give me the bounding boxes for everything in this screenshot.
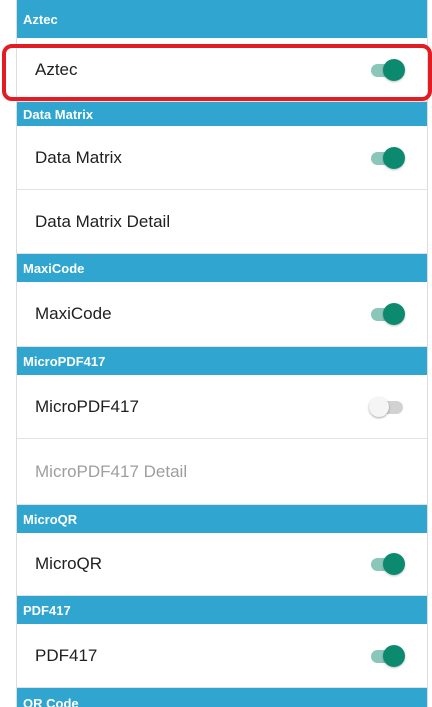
section-header-label: MicroQR [23, 511, 78, 527]
section-header-data-matrix: Data Matrix [17, 102, 427, 126]
maxicode-toggle[interactable] [369, 303, 405, 325]
section-header-qr-code: QR Code [17, 688, 427, 707]
row-maxicode[interactable]: MaxiCode [17, 282, 427, 347]
toggle-thumb [383, 644, 405, 667]
section-header-label: MaxiCode [23, 260, 85, 276]
pdf417-toggle[interactable] [369, 644, 405, 667]
row-label: MicroQR [35, 554, 103, 573]
row-data-matrix[interactable]: Data Matrix [17, 126, 427, 190]
section-header-maxicode: MaxiCode [17, 254, 427, 282]
row-micropdf417-detail: MicroPDF417 Detail [17, 439, 427, 505]
toggle-thumb [383, 303, 405, 325]
section-header-label: PDF417 [23, 602, 71, 618]
toggle-thumb [369, 396, 389, 417]
row-label: Data Matrix Detail [35, 211, 171, 231]
section-header-label: QR Code [23, 695, 79, 707]
section-header-aztec: Aztec [17, 0, 427, 38]
row-data-matrix-detail[interactable]: Data Matrix Detail [17, 190, 427, 254]
section-header-label: Aztec [23, 11, 58, 27]
microqr-toggle[interactable] [369, 553, 405, 575]
row-micropdf417[interactable]: MicroPDF417 [17, 375, 427, 439]
section-header-label: MicroPDF417 [23, 353, 106, 369]
row-aztec[interactable]: Aztec [17, 38, 427, 102]
row-label: Data Matrix [35, 147, 122, 167]
row-label: PDF417 [35, 645, 98, 665]
toggle-thumb [383, 146, 405, 169]
row-pdf417[interactable]: PDF417 [17, 624, 427, 688]
toggle-thumb [383, 58, 405, 81]
toggle-thumb [383, 553, 405, 575]
micropdf417-toggle[interactable] [369, 396, 405, 418]
section-header-label: Data Matrix [23, 106, 94, 122]
row-label: MicroPDF417 [35, 396, 139, 416]
section-header-micropdf417: MicroPDF417 [17, 347, 427, 375]
data-matrix-toggle[interactable] [369, 146, 405, 169]
section-header-pdf417: PDF417 [17, 596, 427, 624]
aztec-toggle[interactable] [369, 58, 405, 81]
settings-screen: Aztec Aztec Data Matrix Data Matrix Data… [16, 0, 428, 707]
row-microqr[interactable]: MicroQR [17, 533, 427, 596]
section-header-microqr: MicroQR [17, 505, 427, 533]
row-label: MaxiCode [35, 304, 112, 323]
row-label: Aztec [35, 59, 78, 79]
row-label: MicroPDF417 Detail [35, 461, 188, 481]
